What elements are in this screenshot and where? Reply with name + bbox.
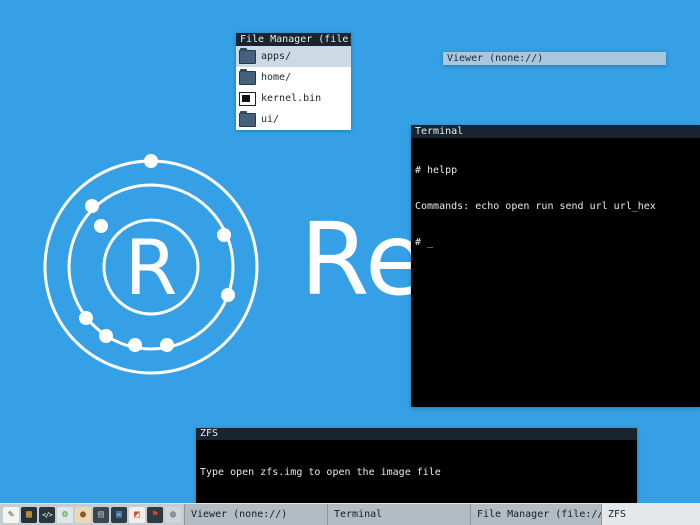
zfs-window: ZFS Type open zfs.img to open the image …: [196, 428, 637, 503]
task-button-zfs[interactable]: ZFS: [601, 504, 700, 525]
folder-icon: [239, 47, 256, 64]
database-icon[interactable]: ◍: [165, 506, 181, 523]
sombrero-icon[interactable]: ●: [75, 506, 91, 523]
folder-icon: [239, 68, 256, 85]
folder-icon: [239, 110, 256, 127]
file-manager-window: File Manager (file:/ apps/ home/ kernel.…: [236, 33, 351, 130]
viewer-titlebar[interactable]: Viewer (none://): [443, 52, 666, 65]
editor-icon[interactable]: ✎: [3, 506, 19, 523]
task-button-terminal[interactable]: Terminal: [327, 504, 470, 525]
code-icon[interactable]: </>: [39, 506, 55, 523]
flag-icon[interactable]: ⚑: [147, 506, 163, 523]
taskbar: ✎ ▦ </> ⚙ ● ▤ ▣ ◩ ⚑ ◍ Viewer (none://) T…: [0, 503, 700, 525]
terminal-output[interactable]: # helpp Commands: echo open run send url…: [411, 138, 700, 407]
file-row-kernel[interactable]: kernel.bin: [236, 88, 351, 109]
file-row-label: ui/: [261, 114, 280, 125]
terminal-line: Commands: echo open run send url url_hex: [415, 201, 656, 212]
file-row-label: kernel.bin: [261, 93, 322, 104]
file-row-ui[interactable]: ui/: [236, 109, 351, 130]
task-button-file-manager[interactable]: File Manager (file:///): [470, 504, 601, 525]
file-manager-titlebar[interactable]: File Manager (file:/: [236, 33, 351, 46]
file-row-label: apps/: [261, 51, 292, 62]
zfs-titlebar[interactable]: ZFS: [196, 428, 637, 440]
settings-gear-icon[interactable]: ⚙: [57, 506, 73, 523]
terminal-line: # _: [415, 237, 434, 248]
file-cabinet-icon[interactable]: ▤: [93, 506, 109, 523]
file-row-apps[interactable]: apps/: [236, 46, 351, 67]
zfs-line: Type open zfs.img to open the image file: [200, 467, 441, 478]
zfs-output[interactable]: Type open zfs.img to open the image file…: [196, 440, 637, 503]
pixel-game-icon[interactable]: ▦: [21, 506, 37, 523]
logo-letter: R: [125, 223, 178, 312]
brand-wordmark: Re: [300, 201, 427, 318]
terminal-window: Terminal # helpp Commands: echo open run…: [411, 125, 700, 407]
launcher-area: ✎ ▦ </> ⚙ ● ▤ ▣ ◩ ⚑ ◍: [0, 504, 184, 525]
file-row-label: home/: [261, 72, 292, 83]
paint-icon[interactable]: ◩: [129, 506, 145, 523]
viewer-window: Viewer (none://): [443, 52, 666, 65]
file-icon: [239, 91, 256, 106]
file-row-home[interactable]: home/: [236, 67, 351, 88]
redox-logo: R: [43, 154, 259, 375]
file-list: apps/ home/ kernel.bin ui/: [236, 46, 351, 130]
terminal-line: # helpp: [415, 165, 458, 176]
viewer-app-icon[interactable]: ▣: [111, 506, 127, 523]
desktop: Re R File Manager (file:/ apps/ home/ ke…: [0, 0, 700, 525]
terminal-titlebar[interactable]: Terminal: [411, 125, 700, 138]
task-button-viewer[interactable]: Viewer (none://): [184, 504, 327, 525]
